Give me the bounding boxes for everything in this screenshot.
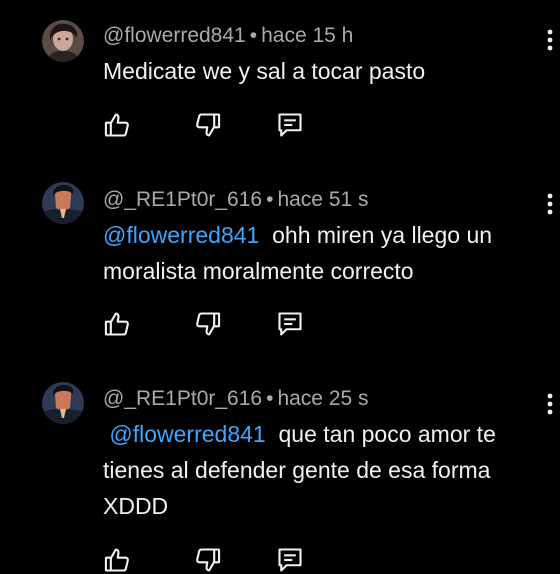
timestamp[interactable]: hace 15 h xyxy=(261,24,353,47)
comment-item: @_RE1Pt0r_616 • hace 25 s @flowerred841 qu… xyxy=(0,380,560,572)
comment-meta: @flowerred841 • hace 15 h xyxy=(103,24,353,48)
comment-actions xyxy=(103,310,323,338)
like-icon[interactable] xyxy=(103,546,131,574)
more-vert-icon[interactable] xyxy=(543,28,557,54)
like-icon[interactable] xyxy=(103,111,131,139)
meta-separator: • xyxy=(266,387,274,410)
comment-meta: @_RE1Pt0r_616 • hace 51 s xyxy=(103,188,369,212)
avatar[interactable] xyxy=(42,182,84,224)
comment-text: @flowerred841 ohh miren ya llego un mora… xyxy=(103,217,543,289)
avatar[interactable] xyxy=(42,382,84,424)
comment-text: Medicate we y sal a tocar pasto xyxy=(103,53,543,89)
comment-text: @flowerred841 que tan poco amor te tiene… xyxy=(103,416,543,524)
author-handle[interactable]: @flowerred841 xyxy=(103,24,246,47)
meta-separator: • xyxy=(249,24,258,47)
author-handle[interactable]: @_RE1Pt0r_616 xyxy=(103,188,262,211)
timestamp[interactable]: hace 25 s xyxy=(277,387,368,410)
like-icon[interactable] xyxy=(103,310,131,338)
avatar[interactable] xyxy=(42,20,84,62)
more-vert-icon[interactable] xyxy=(543,392,557,418)
comment-item: @flowerred841 • hace 15 h Medicate we y sa… xyxy=(0,0,560,180)
comment-item: @_RE1Pt0r_616 • hace 51 s @flowerred841 oh… xyxy=(0,180,560,380)
reply-icon[interactable] xyxy=(276,546,304,574)
reply-icon[interactable] xyxy=(276,310,304,338)
meta-separator: • xyxy=(266,188,274,211)
timestamp[interactable]: hace 51 s xyxy=(277,188,368,211)
comment-actions xyxy=(103,546,323,574)
dislike-icon[interactable] xyxy=(194,310,222,338)
author-handle[interactable]: @_RE1Pt0r_616 xyxy=(103,387,262,410)
mention-link[interactable]: @flowerred841 xyxy=(103,222,259,248)
comment-actions xyxy=(103,111,323,139)
dislike-icon[interactable] xyxy=(194,111,222,139)
mention-link[interactable]: @flowerred841 xyxy=(103,421,265,447)
comment-meta: @_RE1Pt0r_616 • hace 25 s xyxy=(103,387,369,411)
reply-icon[interactable] xyxy=(276,111,304,139)
dislike-icon[interactable] xyxy=(194,546,222,574)
more-vert-icon[interactable] xyxy=(543,192,557,218)
comment-body: Medicate we y sal a tocar pasto xyxy=(103,58,426,84)
